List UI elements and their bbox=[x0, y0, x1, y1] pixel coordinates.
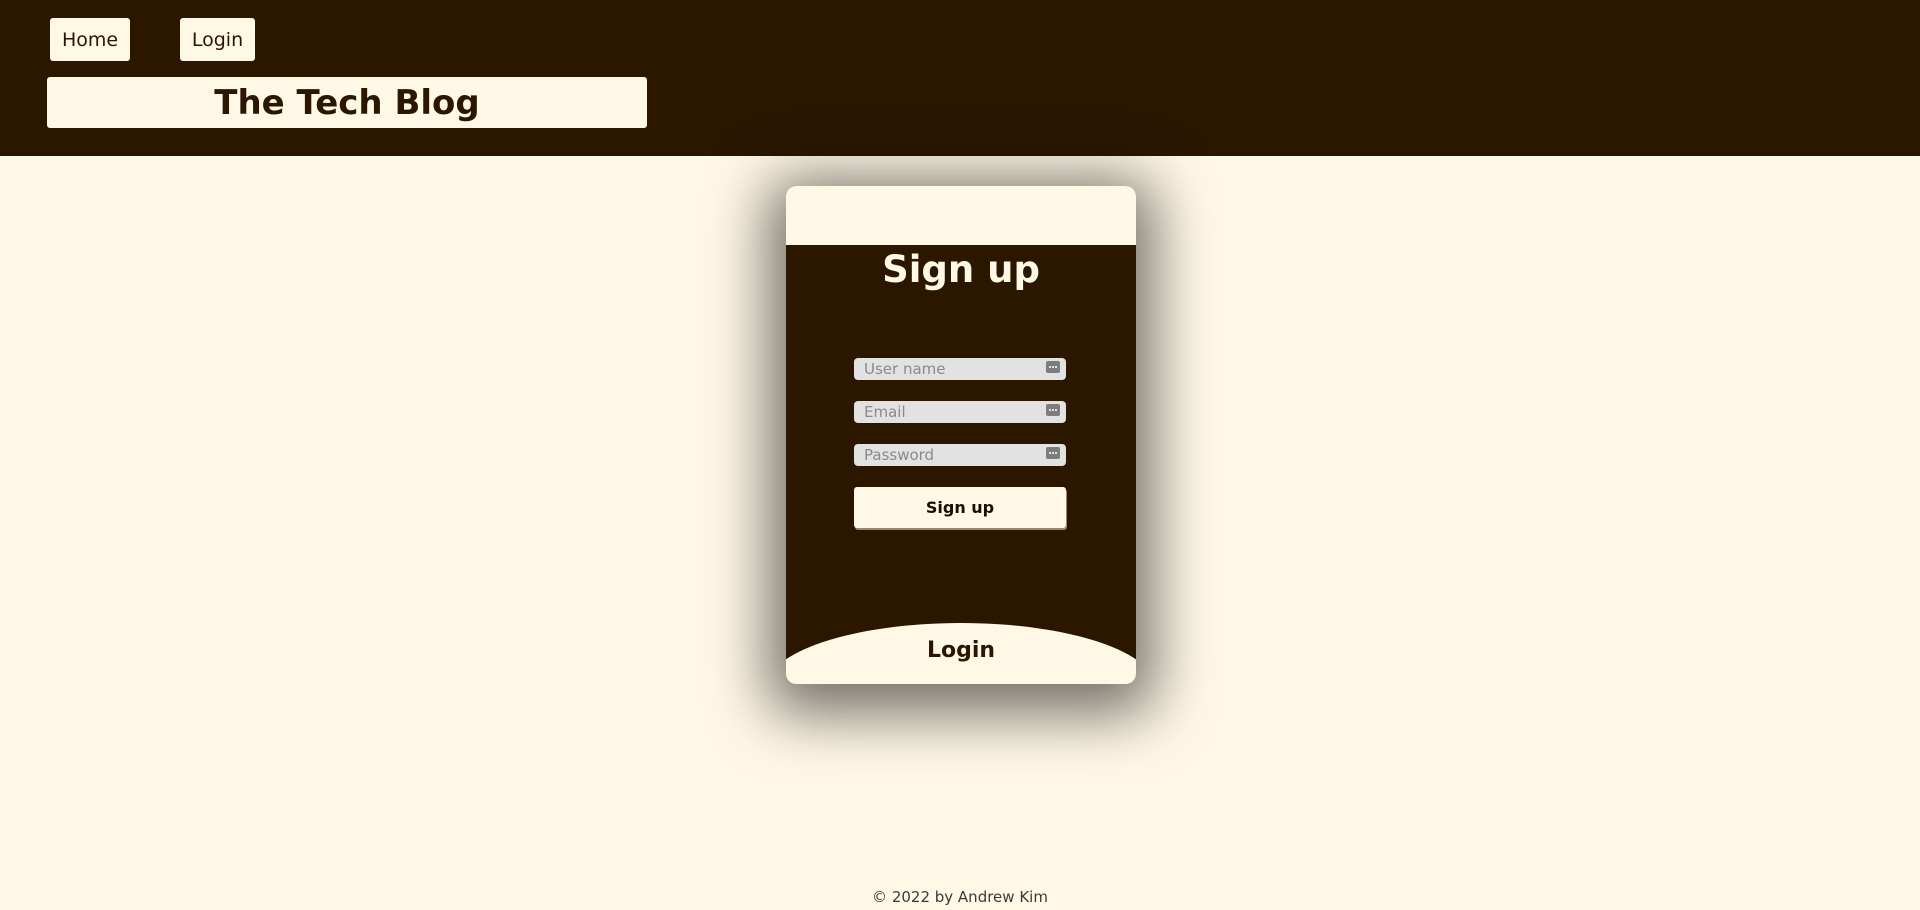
site-header: Home Login The Tech Blog bbox=[0, 0, 1920, 156]
username-input[interactable] bbox=[854, 358, 1066, 380]
site-title: The Tech Blog bbox=[47, 77, 647, 128]
signup-card: Sign up Sign up Login bbox=[786, 186, 1136, 684]
nav-login-button[interactable]: Login bbox=[180, 18, 255, 61]
nav-home-button[interactable]: Home bbox=[50, 18, 130, 61]
password-input[interactable] bbox=[854, 444, 1066, 466]
card-top-band bbox=[786, 186, 1136, 245]
footer-copyright: © 2022 by Andrew Kim bbox=[872, 888, 1048, 906]
login-switch-label[interactable]: Login bbox=[786, 638, 1136, 663]
signup-submit-button[interactable]: Sign up bbox=[854, 487, 1066, 528]
username-field-wrapper bbox=[854, 358, 1066, 380]
autofill-key-icon[interactable] bbox=[1046, 447, 1060, 459]
email-input[interactable] bbox=[854, 401, 1066, 423]
email-field-wrapper bbox=[854, 401, 1066, 423]
autofill-key-icon[interactable] bbox=[1046, 404, 1060, 416]
autofill-key-icon[interactable] bbox=[1046, 361, 1060, 373]
password-field-wrapper bbox=[854, 444, 1066, 466]
signup-heading: Sign up bbox=[882, 248, 1040, 291]
